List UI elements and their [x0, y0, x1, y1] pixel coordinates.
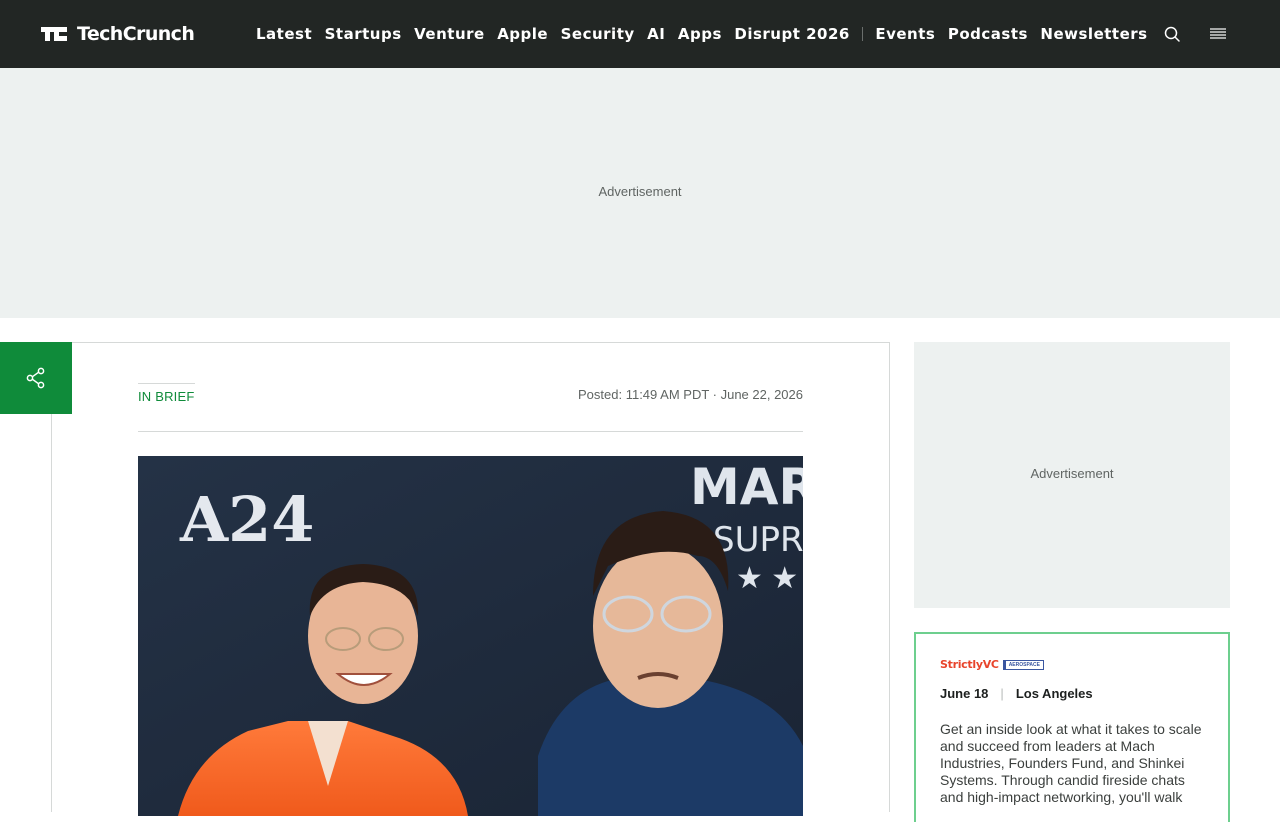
hamburger-menu-icon[interactable] [1208, 24, 1228, 44]
strictlyvc-logo: StrictlyVC [940, 658, 999, 671]
ad-label: Advertisement [598, 184, 682, 199]
aerospace-partner-logo: AEROSPACE [1002, 659, 1044, 670]
nav-divider [862, 27, 864, 41]
hero-photo-illustration: A24 MAR SUPR ★ ★ [138, 456, 803, 816]
nav-venture[interactable]: Venture [414, 25, 485, 43]
event-location: Los Angeles [1015, 686, 1093, 701]
event-date: June 18 [940, 686, 989, 701]
nav-ai[interactable]: AI [647, 25, 665, 43]
event-promo-card[interactable]: StrictlyVC AEROSPACE June 18 | Los Angel… [914, 632, 1230, 822]
search-icon[interactable] [1162, 24, 1182, 44]
nav-startups[interactable]: Startups [325, 25, 402, 43]
nav-newsletters[interactable]: Newsletters [1040, 25, 1147, 43]
share-button[interactable] [0, 342, 72, 414]
backdrop-a24-text: A24 [179, 483, 314, 556]
share-icon [26, 367, 45, 389]
nav-apple[interactable]: Apple [497, 25, 548, 43]
article-kicker[interactable]: IN BRIEF [138, 383, 195, 404]
article-hero-image: A24 MAR SUPR ★ ★ [138, 456, 803, 816]
techcrunch-logo[interactable]: TechCrunch [41, 22, 195, 46]
nav-apps[interactable]: Apps [678, 25, 722, 43]
nav-disrupt[interactable]: Disrupt 2026 [734, 25, 849, 43]
event-logo: StrictlyVC AEROSPACE [940, 658, 1044, 671]
nav-security[interactable]: Security [561, 25, 635, 43]
backdrop-stars: ★ ★ [736, 562, 798, 595]
top-ad-banner: Advertisement [0, 68, 1280, 318]
sidebar-ad-label: Advertisement [1030, 466, 1114, 481]
site-header: TechCrunch Latest Startups Venture Apple… [0, 0, 1280, 68]
event-meta: June 18 | Los Angeles [940, 686, 1093, 701]
logo-text: TechCrunch [77, 23, 195, 45]
sidebar-ad: Advertisement [914, 342, 1230, 608]
main-nav: Latest Startups Venture Apple Security A… [256, 22, 1160, 46]
event-meta-divider: | [1000, 686, 1004, 701]
nav-latest[interactable]: Latest [256, 25, 312, 43]
article-divider [138, 431, 803, 432]
backdrop-mar-text: MAR [690, 458, 803, 516]
nav-events[interactable]: Events [875, 25, 935, 43]
nav-podcasts[interactable]: Podcasts [948, 25, 1028, 43]
event-description: Get an inside look at what it takes to s… [940, 721, 1202, 805]
article-card: IN BRIEF Posted: 11:49 AM PDT · June 22,… [51, 342, 890, 816]
backdrop-supr-text: SUPR [713, 520, 803, 560]
tc-logo-mark-icon [41, 24, 73, 44]
article-posted-date: Posted: 11:49 AM PDT · June 22, 2026 [578, 387, 803, 402]
